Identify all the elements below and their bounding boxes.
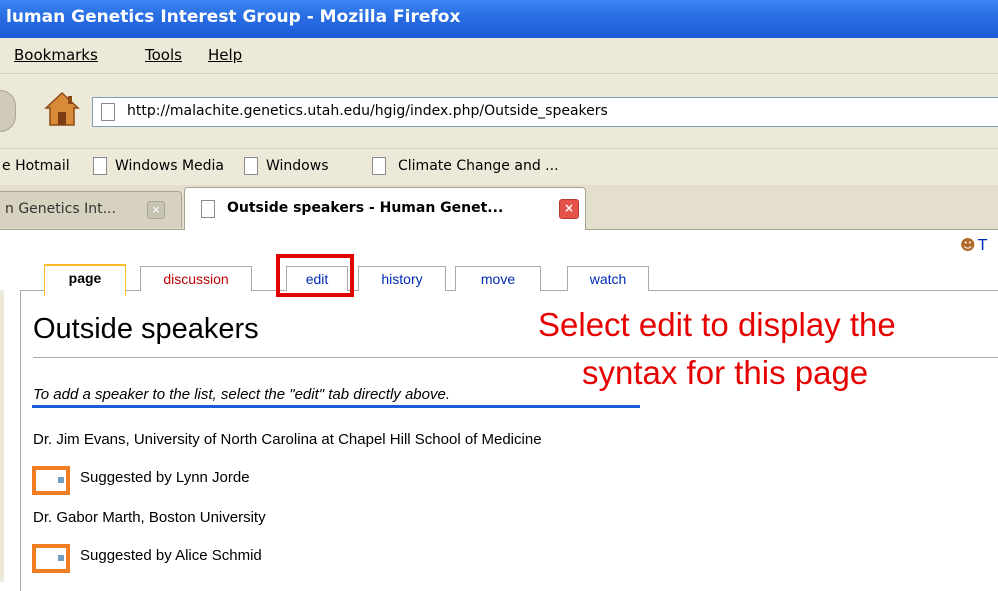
tab-page[interactable]: page — [44, 264, 126, 296]
user-link[interactable]: T — [978, 236, 987, 254]
callout-text-line1: Select edit to display the — [538, 306, 896, 343]
window-title: luman Genetics Interest Group - Mozilla … — [6, 7, 461, 27]
tab-discussion[interactable]: discussion — [140, 266, 252, 291]
tab-human-genetics[interactable]: n Genetics Int... × — [0, 191, 182, 228]
user-icon: ☻ — [960, 236, 976, 254]
home-icon[interactable] — [44, 90, 80, 128]
close-tab-icon[interactable]: × — [147, 201, 165, 219]
bookmarks-toolbar: e Hotmail Windows Media Windows Climate … — [0, 148, 998, 185]
back-button[interactable] — [0, 90, 16, 132]
bookmark-windows-media[interactable]: Windows Media — [115, 158, 224, 174]
tab-watch[interactable]: watch — [567, 266, 649, 291]
address-bar[interactable]: http://malachite.genetics.utah.edu/hgig/… — [92, 97, 998, 127]
instruction-text: To add a speaker to the list, select the… — [33, 386, 451, 403]
suggested-by: Suggested by Lynn Jorde — [80, 469, 250, 486]
tab-history[interactable]: history — [358, 266, 446, 291]
menu-bookmarks[interactable]: Bookmarks — [14, 46, 98, 64]
bookmark-hotmail[interactable]: e Hotmail — [2, 158, 70, 174]
tab-outside-speakers[interactable]: Outside speakers - Human Genet... × — [184, 187, 586, 230]
bookmark-climate-change[interactable]: Climate Change and ... — [398, 158, 559, 174]
suggested-by: Suggested by Alice Schmid — [80, 547, 262, 564]
page-icon — [93, 157, 107, 175]
tab-label: n Genetics Int... — [5, 201, 116, 217]
close-tab-icon[interactable]: × — [559, 199, 579, 219]
menu-bar: Bookmarks Tools Help — [0, 38, 998, 74]
tab-label: Outside speakers - Human Genet... — [227, 200, 504, 216]
edit-tab-highlight — [276, 254, 354, 297]
page-icon — [372, 157, 386, 175]
speaker-entry: Dr. Gabor Marth, Boston University — [33, 509, 266, 526]
url-text: http://malachite.genetics.utah.edu/hgig/… — [127, 103, 608, 119]
bookmark-windows[interactable]: Windows — [266, 158, 329, 174]
page-icon — [101, 103, 115, 121]
window-title-bar: luman Genetics Interest Group - Mozilla … — [0, 0, 998, 38]
menu-help[interactable]: Help — [208, 46, 242, 64]
menu-tools[interactable]: Tools — [145, 46, 182, 64]
navigation-toolbar: http://malachite.genetics.utah.edu/hgig/… — [0, 74, 998, 148]
callout-text-line2: syntax for this page — [582, 354, 869, 391]
page-title: Outside speakers — [33, 313, 259, 345]
tab-move[interactable]: move — [455, 266, 541, 291]
bullet-highlight — [32, 466, 70, 495]
tab-strip: n Genetics Int... × Outside speakers - H… — [0, 185, 998, 230]
instruction-underline — [32, 405, 640, 408]
window-frame-left — [0, 290, 4, 582]
speaker-entry: Dr. Jim Evans, University of North Carol… — [33, 431, 542, 448]
page-icon — [201, 200, 215, 218]
page-icon — [244, 157, 258, 175]
bullet-highlight — [32, 544, 70, 573]
